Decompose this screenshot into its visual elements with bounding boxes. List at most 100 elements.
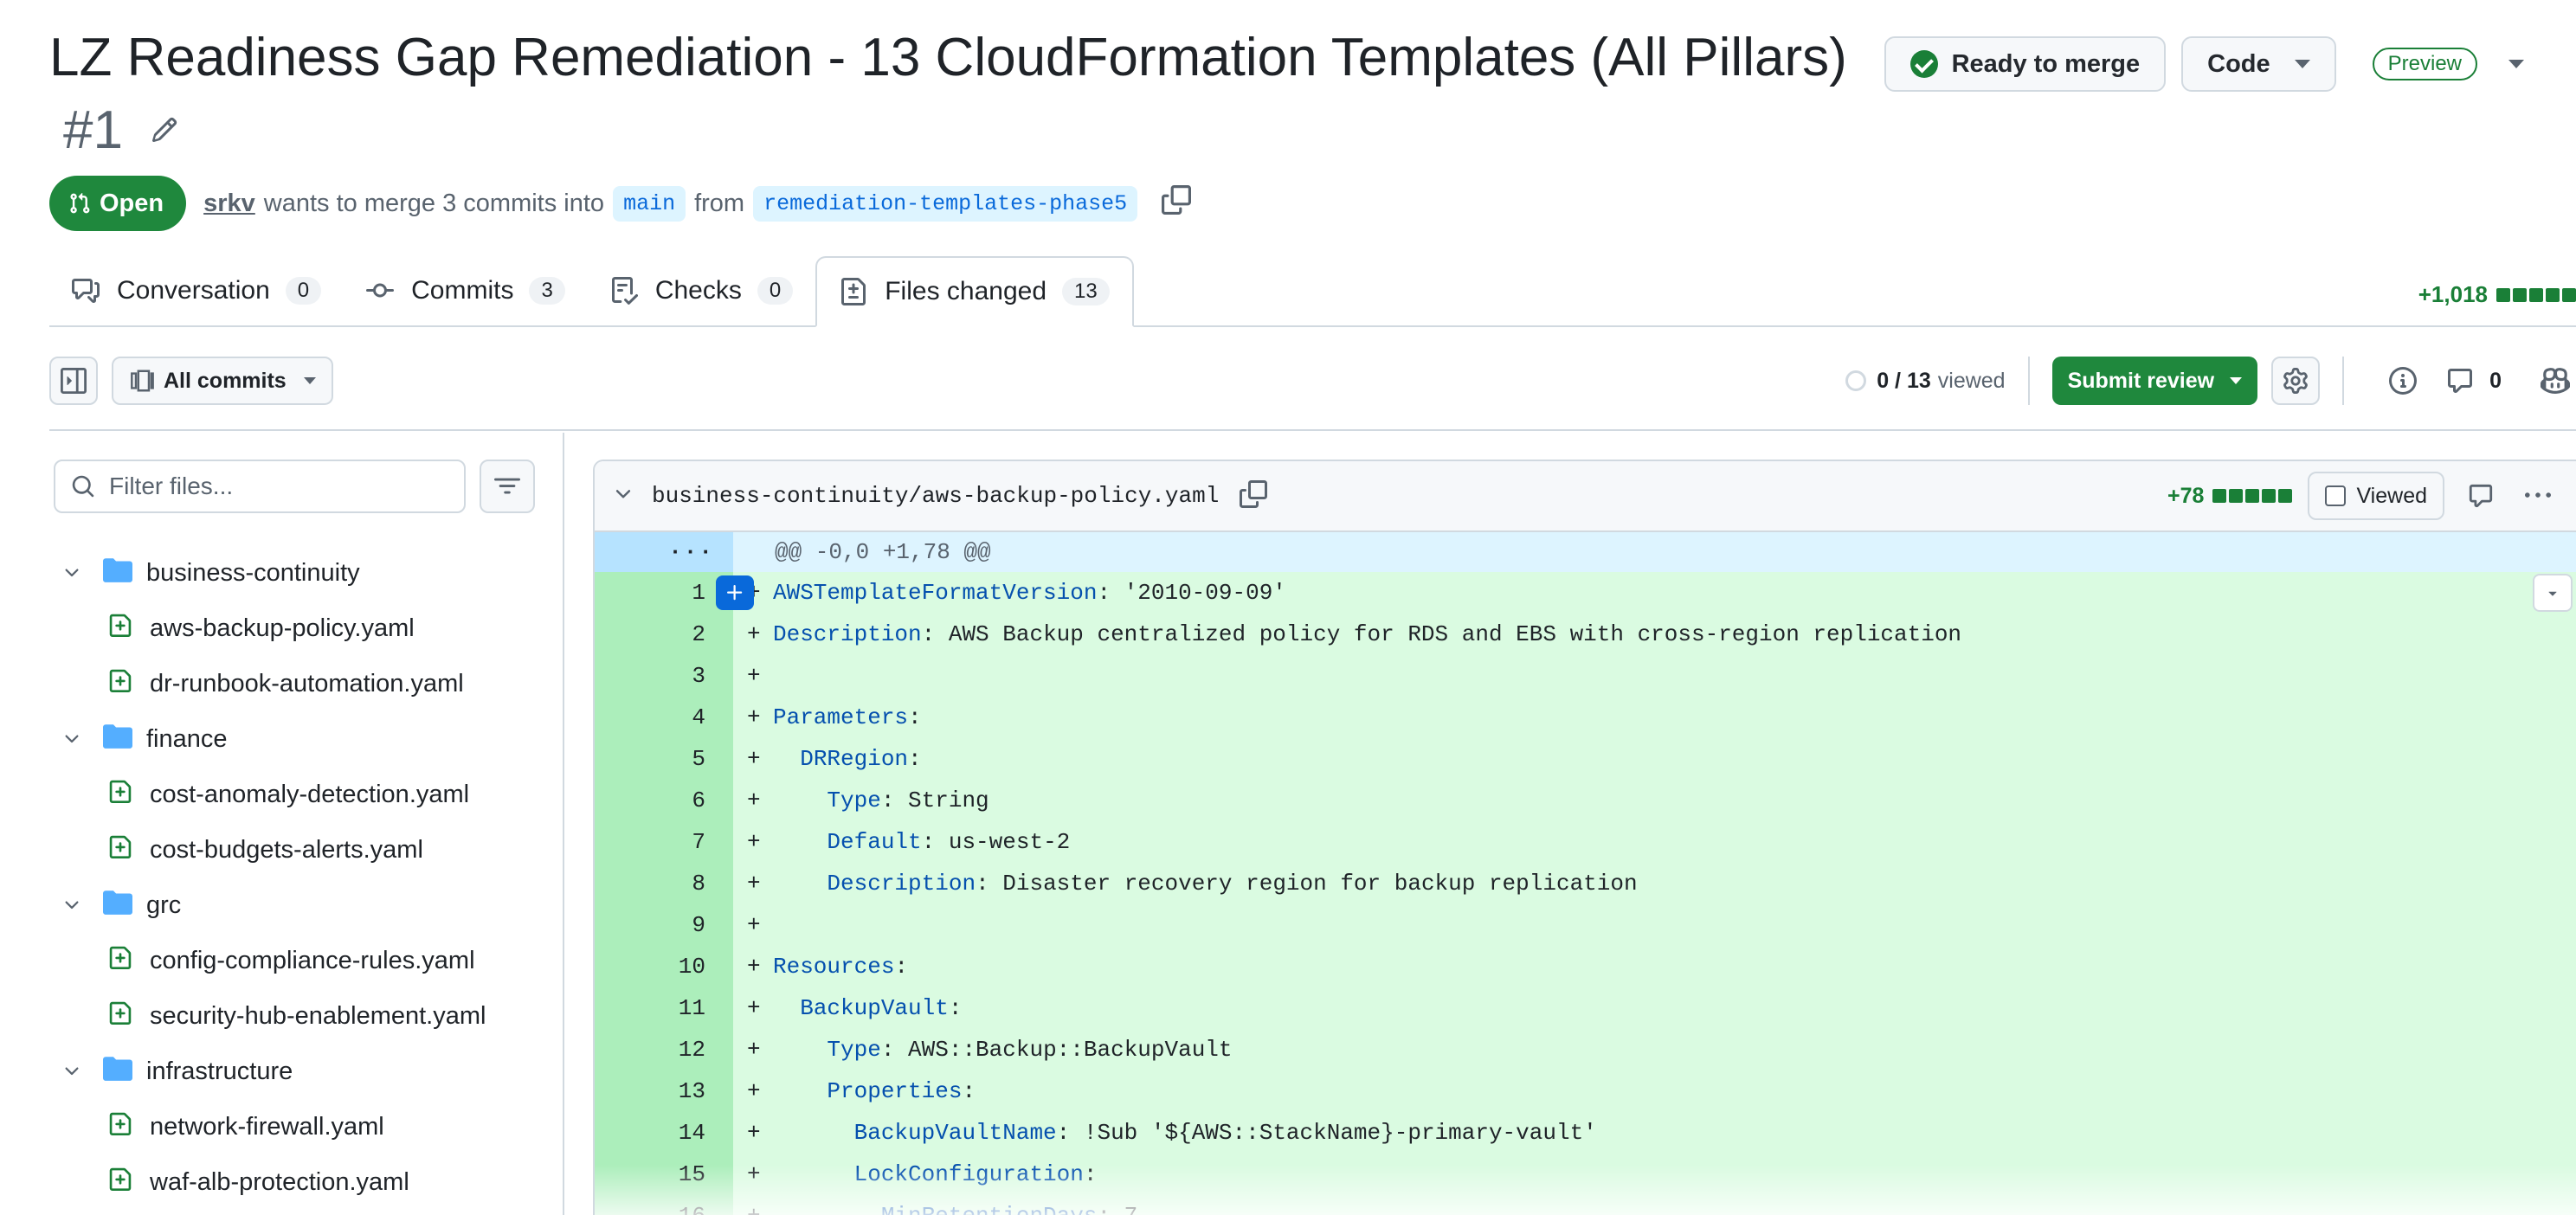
mark-viewed-checkbox[interactable]: Viewed bbox=[2308, 472, 2444, 520]
line-number[interactable]: 5 bbox=[595, 738, 733, 780]
edit-pencil-icon[interactable] bbox=[147, 112, 182, 147]
copilot-icon[interactable] bbox=[2534, 357, 2576, 405]
preview-badge[interactable]: Preview bbox=[2372, 48, 2477, 80]
tree-folder[interactable]: business-continuity bbox=[49, 545, 564, 601]
line-number[interactable]: 13 bbox=[595, 1070, 733, 1112]
progress-ring-icon bbox=[1845, 370, 1867, 391]
author-link[interactable]: srkv bbox=[203, 190, 255, 218]
line-number[interactable]: 7 bbox=[595, 821, 733, 863]
folder-name: finance bbox=[146, 724, 228, 753]
all-commits-label: All commits bbox=[164, 368, 287, 393]
yaml-key: AWSTemplateFormatVersion bbox=[773, 580, 1098, 606]
tab-files-changed[interactable]: Files changed 13 bbox=[815, 256, 1134, 327]
line-number[interactable]: 15 bbox=[595, 1154, 733, 1195]
diff-settings-button[interactable] bbox=[2271, 357, 2321, 405]
comment-discussion-icon bbox=[72, 279, 100, 303]
filter-placeholder: Filter files... bbox=[109, 472, 234, 499]
add-comment-plus-icon[interactable] bbox=[716, 575, 754, 610]
diff-file-path[interactable]: business-continuity/aws-backup-policy.ya… bbox=[652, 483, 1219, 509]
code-text: Resources: bbox=[759, 954, 908, 980]
copy-path-icon[interactable] bbox=[1240, 479, 1268, 512]
line-number[interactable]: 9 bbox=[595, 904, 733, 946]
line-number[interactable]: 10 bbox=[595, 946, 733, 987]
kebab-horizontal-icon[interactable] bbox=[2517, 472, 2559, 520]
code-text: Type: String bbox=[759, 788, 989, 813]
diff-sign: + bbox=[747, 912, 761, 938]
yaml-value: : 7 bbox=[1097, 1203, 1137, 1215]
tab-conversation[interactable]: Conversation 0 bbox=[49, 256, 344, 325]
line-number[interactable]: 12 bbox=[595, 1029, 733, 1070]
info-icon[interactable] bbox=[2382, 357, 2424, 405]
ready-to-merge-button[interactable]: Ready to merge bbox=[1884, 36, 2167, 92]
chevron-down-icon bbox=[2294, 60, 2310, 68]
line-number[interactable]: 14 bbox=[595, 1112, 733, 1154]
tree-folder[interactable]: infrastructure bbox=[49, 1044, 564, 1099]
hunk-header-text: @@ -0,0 +1,78 @@ bbox=[775, 539, 991, 565]
chevron-down-icon bbox=[2230, 377, 2243, 384]
yaml-key: Description bbox=[773, 621, 922, 647]
file-added-icon bbox=[108, 833, 132, 866]
diff-sign: + bbox=[747, 788, 761, 813]
tab-checks[interactable]: Checks 0 bbox=[588, 256, 815, 325]
ready-to-merge-label: Ready to merge bbox=[1951, 49, 2141, 78]
diff-code: ··· @@ -0,0 +1,78 @@ 1 + AWSTemplateFormat… bbox=[595, 532, 2576, 1215]
tree-file[interactable]: waf-alb-protection.yaml bbox=[49, 1154, 564, 1210]
preview-chevron-down-icon[interactable] bbox=[2508, 60, 2524, 68]
checklist-icon bbox=[611, 277, 638, 305]
code-button[interactable]: Code bbox=[2181, 36, 2336, 92]
check-circle-icon bbox=[1909, 50, 1938, 78]
line-number[interactable]: 16 bbox=[595, 1195, 733, 1215]
divider bbox=[2027, 357, 2030, 405]
copy-icon[interactable] bbox=[1162, 185, 1192, 222]
comment-count: 0 bbox=[2489, 368, 2502, 393]
line-number[interactable]: 3 bbox=[595, 655, 733, 697]
file-additions: +78 bbox=[2167, 483, 2205, 508]
diff-sign: + bbox=[747, 1037, 761, 1063]
toggle-file-tree-button[interactable] bbox=[49, 357, 98, 405]
tab-commits[interactable]: Commits 3 bbox=[344, 256, 588, 325]
tree-file[interactable]: security-hub-enablement.yaml bbox=[49, 988, 564, 1044]
diff-file-header: business-continuity/aws-backup-policy.ya… bbox=[595, 461, 2576, 532]
commits-icon bbox=[131, 370, 154, 392]
yaml-key: Type bbox=[827, 788, 881, 813]
diff-line: 11 + BackupVault: bbox=[595, 987, 2576, 1029]
tree-file[interactable]: cost-budgets-alerts.yaml bbox=[49, 822, 564, 878]
comments-icon[interactable] bbox=[2439, 357, 2481, 405]
tree-file[interactable]: dr-runbook-automation.yaml bbox=[49, 656, 564, 711]
diff-sign: + bbox=[747, 1161, 761, 1187]
line-number[interactable]: 8 bbox=[595, 863, 733, 904]
line-number[interactable]: 4 bbox=[595, 697, 733, 738]
tree-file[interactable]: network-firewall.yaml bbox=[49, 1099, 564, 1154]
file-name: security-hub-enablement.yaml bbox=[150, 1001, 486, 1030]
filter-files-input[interactable]: Filter files... bbox=[54, 460, 466, 513]
yaml-key: BackupVault bbox=[800, 995, 949, 1021]
head-branch[interactable]: remediation-templates-phase5 bbox=[753, 185, 1138, 222]
code-text: BackupVault: bbox=[759, 995, 962, 1021]
tree-folder[interactable]: finance bbox=[49, 711, 564, 767]
yaml-key: MinRetentionDays bbox=[881, 1203, 1098, 1215]
line-number[interactable]: 2 bbox=[595, 614, 733, 655]
line-number[interactable]: 6 bbox=[595, 780, 733, 821]
filter-options-button[interactable] bbox=[480, 460, 535, 513]
diff-line: 9 + bbox=[595, 904, 2576, 946]
collapse-chevron-icon[interactable] bbox=[612, 483, 634, 510]
file-name: waf-alb-protection.yaml bbox=[150, 1167, 409, 1196]
tree-file[interactable]: aws-backup-policy.yaml bbox=[49, 601, 564, 656]
base-branch[interactable]: main bbox=[613, 185, 686, 222]
tree-file[interactable]: cost-anomaly-detection.yaml bbox=[49, 767, 564, 822]
submit-review-button[interactable]: Submit review bbox=[2051, 357, 2258, 405]
file-name: aws-backup-policy.yaml bbox=[150, 614, 415, 642]
line-number[interactable]: 11 bbox=[595, 987, 733, 1029]
diff-sign: + bbox=[747, 663, 761, 689]
file-added-icon bbox=[108, 1110, 132, 1143]
tree-file[interactable]: config-compliance-rules.yaml bbox=[49, 933, 564, 988]
expand-chevron-down-icon[interactable] bbox=[2533, 574, 2573, 612]
expand-hunk-button[interactable]: ··· bbox=[595, 532, 733, 572]
tree-folder[interactable]: grc bbox=[49, 878, 564, 933]
viewed-checkbox-label: Viewed bbox=[2356, 483, 2427, 508]
line-number[interactable]: 1 bbox=[595, 572, 733, 614]
code-text: Parameters: bbox=[759, 704, 922, 730]
folder-name: grc bbox=[146, 890, 182, 919]
comment-icon[interactable] bbox=[2460, 472, 2502, 520]
all-commits-dropdown[interactable]: All commits bbox=[112, 357, 333, 405]
